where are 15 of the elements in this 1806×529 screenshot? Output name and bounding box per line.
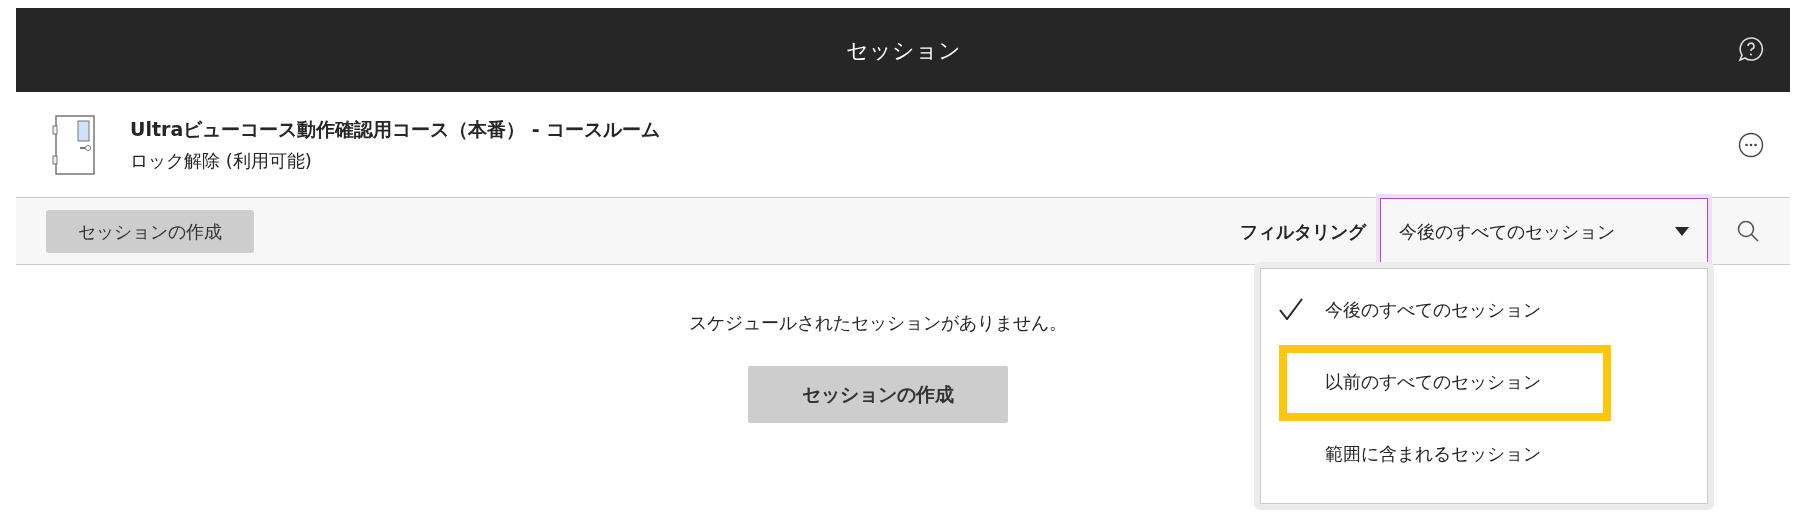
page-title: セッション (845, 36, 961, 65)
course-title: Ultraビューコース動作確認用コース（本番） - コースルーム (130, 116, 662, 142)
caret-icon (1675, 226, 1689, 236)
menu-item[interactable]: 今後のすべてのセッション (1325, 295, 1541, 323)
create-session-button[interactable]: セッションの作成 (748, 366, 1008, 423)
menu-item[interactable]: 範囲に含まれるセッション (1325, 439, 1541, 467)
search-icon[interactable] (1736, 219, 1760, 243)
filter-label: フィルタリング (1240, 219, 1366, 244)
menu-item[interactable]: 以前のすべてのセッション (1325, 367, 1541, 395)
help-icon[interactable] (1738, 36, 1764, 62)
create-session-button[interactable]: セッションの作成 (46, 209, 254, 253)
more-options-icon[interactable] (1738, 131, 1764, 158)
course-status: ロック解除 (利用可能) (130, 149, 313, 174)
door-icon (52, 113, 96, 176)
empty-message: スケジュールされたセッションがありません。 (689, 311, 1067, 335)
